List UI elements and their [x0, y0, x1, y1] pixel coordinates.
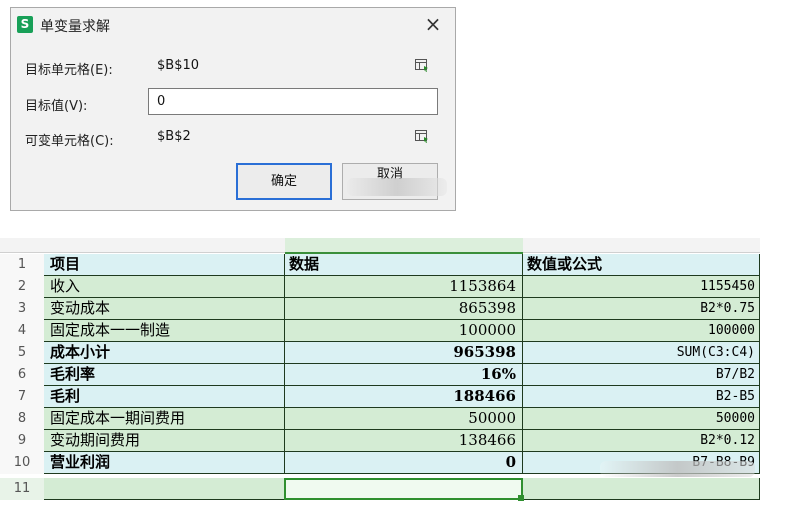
cell-b4[interactable]: 100000 — [285, 320, 523, 342]
changing-cell-value: $B$2 — [157, 129, 191, 144]
cell-a2[interactable]: 收入 — [44, 276, 285, 298]
goal-seek-dialog: S 单变量求解 × 目标单元格(E): $B$10 目标值(V): 0 可变单元… — [10, 7, 456, 211]
target-cell-field[interactable]: $B$10 — [148, 52, 438, 79]
row-header[interactable]: 4 — [0, 320, 45, 342]
target-cell-value: $B$10 — [157, 58, 200, 73]
cell-a6[interactable]: 毛利率 — [44, 364, 285, 386]
cell-c7[interactable]: B2-B5 — [523, 386, 760, 408]
target-value-label: 目标值(V): — [25, 99, 88, 114]
column-header-b[interactable] — [285, 238, 523, 254]
target-cell-label: 目标单元格(E): — [25, 63, 113, 78]
cell-a11[interactable] — [44, 478, 285, 500]
column-header-c[interactable] — [523, 238, 760, 253]
cell-c9[interactable]: B2*0.12 — [523, 430, 760, 452]
cell-a1[interactable]: 项目 — [44, 254, 285, 276]
row-header[interactable]: 10 — [0, 452, 45, 474]
dialog-titlebar: S 单变量求解 × — [11, 8, 455, 42]
row-header[interactable]: 3 — [0, 298, 45, 320]
active-cell-b11[interactable] — [284, 478, 523, 500]
cell-a7[interactable]: 毛利 — [44, 386, 285, 408]
ok-button[interactable]: 确定 — [236, 163, 332, 200]
row-header[interactable]: 7 — [0, 386, 45, 408]
cell-a8[interactable]: 固定成本一期间费用 — [44, 408, 285, 430]
cell-b7[interactable]: 188466 — [285, 386, 523, 408]
changing-cell-field[interactable]: $B$2 — [148, 123, 438, 150]
row-header[interactable]: 6 — [0, 364, 45, 386]
cell-b2[interactable]: 1153864 — [285, 276, 523, 298]
cell-c4[interactable]: 100000 — [523, 320, 760, 342]
range-picker-icon[interactable] — [415, 130, 429, 143]
cell-a4[interactable]: 固定成本一一制造 — [44, 320, 285, 342]
row-header[interactable]: 1 — [0, 254, 45, 276]
cell-c6[interactable]: B7/B2 — [523, 364, 760, 386]
row-header[interactable]: 9 — [0, 430, 45, 452]
cell-b1[interactable]: 数据 — [285, 254, 523, 276]
cell-b5[interactable]: 965398 — [285, 342, 523, 364]
cell-b6[interactable]: 16% — [285, 364, 523, 386]
cell-b3[interactable]: 865398 — [285, 298, 523, 320]
column-header-a[interactable] — [44, 238, 285, 253]
target-value-input[interactable]: 0 — [148, 88, 438, 115]
watermark-blur — [600, 461, 755, 477]
row-header[interactable]: 5 — [0, 342, 45, 364]
cell-c5[interactable]: SUM(C3:C4) — [523, 342, 760, 364]
cell-c3[interactable]: B2*0.75 — [523, 298, 760, 320]
changing-cell-label: 可变单元格(C): — [25, 134, 114, 149]
cell-b10[interactable]: 0 — [285, 452, 523, 474]
watermark-blur — [347, 178, 447, 196]
range-picker-icon[interactable] — [415, 59, 429, 72]
close-icon[interactable]: × — [421, 12, 445, 36]
cell-a10[interactable]: 营业利润 — [44, 452, 285, 474]
cell-c8[interactable]: 50000 — [523, 408, 760, 430]
cell-a5[interactable]: 成本小计 — [44, 342, 285, 364]
row-header[interactable]: 11 — [0, 478, 45, 500]
cell-a3[interactable]: 变动成本 — [44, 298, 285, 320]
wps-sheet-icon: S — [17, 16, 33, 33]
cell-c2[interactable]: 1155450 — [523, 276, 760, 298]
spreadsheet: 1 项目 数据 数值或公式 2 收入 1153864 1155450 3 变动成… — [0, 238, 787, 520]
select-all-corner[interactable] — [0, 238, 44, 253]
cell-a9[interactable]: 变动期间费用 — [44, 430, 285, 452]
fill-handle[interactable] — [518, 495, 524, 501]
row-header[interactable]: 2 — [0, 276, 45, 298]
target-value-text: 0 — [157, 94, 166, 109]
cell-b9[interactable]: 138466 — [285, 430, 523, 452]
dialog-title: 单变量求解 — [40, 19, 110, 35]
cell-c11[interactable] — [523, 478, 760, 500]
cell-b8[interactable]: 50000 — [285, 408, 523, 430]
cell-c1[interactable]: 数值或公式 — [523, 254, 760, 276]
row-header[interactable]: 8 — [0, 408, 45, 430]
